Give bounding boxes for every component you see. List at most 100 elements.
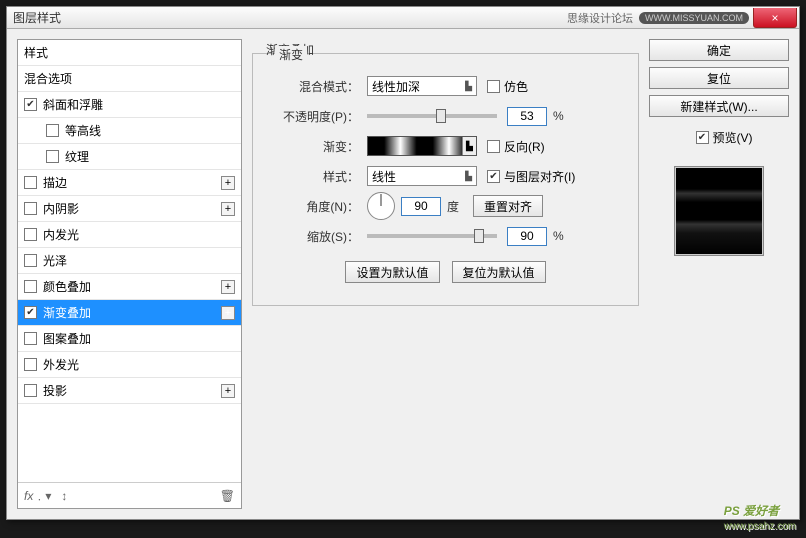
label-innershadow: 内阴影 xyxy=(43,200,79,217)
style-row-satin[interactable]: 光泽 xyxy=(18,248,241,274)
row-angle: 角度(N)： 90 度 重置对齐 xyxy=(269,191,622,221)
checkbox-preview[interactable] xyxy=(696,131,709,144)
checkbox-contour[interactable] xyxy=(46,124,59,137)
checkbox-texture[interactable] xyxy=(46,150,59,163)
label-gradientoverlay: 渐变叠加 xyxy=(43,304,91,321)
forum-url: WWW.MISSYUAN.COM xyxy=(639,12,749,24)
slider-thumb-opacity[interactable] xyxy=(436,109,446,123)
settings-panel: 渐变叠加 渐变 混合模式： 线性加深▙ 仿色 不透明度(P)： 53 % xyxy=(252,39,639,509)
checkbox-patternoverlay[interactable] xyxy=(24,332,37,345)
angle-dial[interactable] xyxy=(367,192,395,220)
checkbox-innerglow[interactable] xyxy=(24,228,37,241)
styles-list: 样式 混合选项 斜面和浮雕 等高线 纹理 描边 + 内阴影 + 内发光 光泽 颜色叠… xyxy=(18,40,241,482)
label-contour: 等高线 xyxy=(65,122,101,139)
slider-thumb-scale[interactable] xyxy=(474,229,484,243)
reset-align-button[interactable]: 重置对齐 xyxy=(473,195,543,217)
checkbox-dropshadow[interactable] xyxy=(24,384,37,397)
checkbox-align[interactable] xyxy=(487,170,500,183)
add-dropshadow-icon[interactable]: + xyxy=(221,384,235,398)
fx-icon[interactable]: fx﹒▾ xyxy=(24,487,51,504)
ok-button[interactable]: 确定 xyxy=(649,39,789,61)
select-style[interactable]: 线性▙ xyxy=(367,166,477,186)
label-texture: 纹理 xyxy=(65,148,89,165)
label-blendmode: 混合模式： xyxy=(269,78,359,95)
style-row-gradientoverlay[interactable]: 渐变叠加 + xyxy=(18,300,241,326)
checkbox-outerglow[interactable] xyxy=(24,358,37,371)
preview-box xyxy=(674,166,764,256)
label-dither: 仿色 xyxy=(504,78,528,95)
checkbox-stroke[interactable] xyxy=(24,176,37,189)
label-scale: 缩放(S)： xyxy=(269,228,359,245)
input-scale[interactable]: 90 xyxy=(507,227,547,246)
label-stroke: 描边 xyxy=(43,174,67,191)
label-align: 与图层对齐(I) xyxy=(504,168,575,185)
blending-options-row[interactable]: 混合选项 xyxy=(18,66,241,92)
input-opacity[interactable]: 53 xyxy=(507,107,547,126)
add-innershadow-icon[interactable]: + xyxy=(221,202,235,216)
style-row-innerglow[interactable]: 内发光 xyxy=(18,222,241,248)
row-gradient: 渐变： ▙ 反向(R) xyxy=(269,131,622,161)
titlebar-right: 思缘设计论坛 WWW.MISSYUAN.COM × xyxy=(567,7,799,29)
action-panel: 确定 复位 新建样式(W)... 预览(V) xyxy=(649,39,789,509)
checkbox-bevel[interactable] xyxy=(24,98,37,111)
checkbox-satin[interactable] xyxy=(24,254,37,267)
label-reverse: 反向(R) xyxy=(504,138,545,155)
dialog-title: 图层样式 xyxy=(13,9,61,26)
gradient-dropdown-icon[interactable]: ▙ xyxy=(462,137,476,155)
fieldset-legend: 渐变 xyxy=(275,46,307,63)
style-row-texture[interactable]: 纹理 xyxy=(18,144,241,170)
default-buttons-row: 设置为默认值 复位为默认值 xyxy=(269,261,622,283)
select-blendmode[interactable]: 线性加深▙ xyxy=(367,76,477,96)
select-blendmode-value: 线性加深 xyxy=(372,78,420,95)
style-row-outerglow[interactable]: 外发光 xyxy=(18,352,241,378)
unit-angle: 度 xyxy=(447,198,459,215)
label-coloroverlay: 颜色叠加 xyxy=(43,278,91,295)
label-bevel: 斜面和浮雕 xyxy=(43,96,103,113)
style-row-innershadow[interactable]: 内阴影 + xyxy=(18,196,241,222)
style-row-dropshadow[interactable]: 投影 + xyxy=(18,378,241,404)
reorder-icon[interactable]: ↕ xyxy=(61,489,67,503)
checkbox-dither[interactable] xyxy=(487,80,500,93)
style-row-coloroverlay[interactable]: 颜色叠加 + xyxy=(18,274,241,300)
new-style-button[interactable]: 新建样式(W)... xyxy=(649,95,789,117)
blending-options-label: 混合选项 xyxy=(24,70,72,87)
form: 混合模式： 线性加深▙ 仿色 不透明度(P)： 53 % 渐变： ▙ xyxy=(269,71,622,283)
label-style: 样式： xyxy=(269,168,359,185)
styles-header[interactable]: 样式 xyxy=(18,40,241,66)
add-gradientoverlay-icon[interactable]: + xyxy=(221,306,235,320)
label-patternoverlay: 图案叠加 xyxy=(43,330,91,347)
checkbox-reverse[interactable] xyxy=(487,140,500,153)
gradient-swatch[interactable]: ▙ xyxy=(367,136,477,156)
add-coloroverlay-icon[interactable]: + xyxy=(221,280,235,294)
set-default-button[interactable]: 设置为默认值 xyxy=(345,261,439,283)
style-row-contour[interactable]: 等高线 xyxy=(18,118,241,144)
label-opacity: 不透明度(P)： xyxy=(269,108,359,125)
checkbox-coloroverlay[interactable] xyxy=(24,280,37,293)
label-preview: 预览(V) xyxy=(713,129,753,146)
watermark: PS 爱好者 www.psahz.com xyxy=(724,498,796,532)
preview-row: 预览(V) xyxy=(649,129,789,146)
label-innerglow: 内发光 xyxy=(43,226,79,243)
label-gradient: 渐变： xyxy=(269,138,359,155)
cancel-button[interactable]: 复位 xyxy=(649,67,789,89)
titlebar: 图层样式 思缘设计论坛 WWW.MISSYUAN.COM × xyxy=(7,7,799,29)
slider-scale[interactable] xyxy=(367,234,497,238)
checkbox-innershadow[interactable] xyxy=(24,202,37,215)
unit-scale: % xyxy=(553,229,564,243)
input-angle[interactable]: 90 xyxy=(401,197,441,216)
unit-opacity: % xyxy=(553,109,564,123)
reset-default-button[interactable]: 复位为默认值 xyxy=(452,261,546,283)
label-satin: 光泽 xyxy=(43,252,67,269)
row-style: 样式： 线性▙ 与图层对齐(I) xyxy=(269,161,622,191)
layer-style-dialog: 图层样式 思缘设计论坛 WWW.MISSYUAN.COM × 样式 混合选项 斜… xyxy=(6,6,800,520)
style-row-bevel[interactable]: 斜面和浮雕 xyxy=(18,92,241,118)
close-button[interactable]: × xyxy=(753,8,797,28)
slider-opacity[interactable] xyxy=(367,114,497,118)
label-dropshadow: 投影 xyxy=(43,382,67,399)
style-row-stroke[interactable]: 描边 + xyxy=(18,170,241,196)
trash-icon[interactable]: 🗑 xyxy=(220,489,235,503)
checkbox-gradientoverlay[interactable] xyxy=(24,306,37,319)
row-opacity: 不透明度(P)： 53 % xyxy=(269,101,622,131)
add-stroke-icon[interactable]: + xyxy=(221,176,235,190)
style-row-patternoverlay[interactable]: 图案叠加 xyxy=(18,326,241,352)
